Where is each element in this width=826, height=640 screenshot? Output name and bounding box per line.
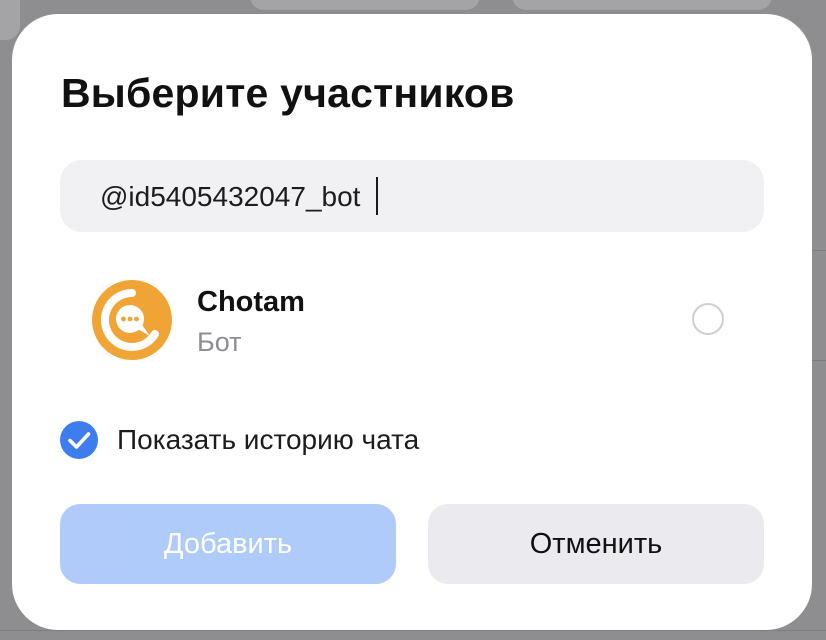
- background-card: [250, 0, 480, 10]
- background-divider: [810, 360, 826, 361]
- participant-row[interactable]: Chotam Бот: [60, 264, 764, 374]
- background-divider: [810, 250, 826, 251]
- background-card: [0, 0, 20, 40]
- chat-bubble-c-icon: [92, 280, 172, 360]
- participant-type: Бот: [197, 327, 242, 357]
- background-divider: [0, 630, 826, 631]
- add-button[interactable]: Добавить: [60, 504, 396, 584]
- checkmark-icon[interactable]: [60, 421, 98, 459]
- select-participants-dialog: Выберите участников @id5405432047_bot Ch…: [12, 14, 812, 630]
- show-history-label: Показать историю чата: [117, 424, 420, 455]
- background-card: [512, 0, 772, 10]
- participant-select-radio[interactable]: [692, 303, 724, 335]
- text-caret: [376, 177, 378, 215]
- dialog-title: Выберите участников: [61, 70, 515, 116]
- participant-name: Chotam: [197, 286, 305, 318]
- participant-search-input[interactable]: @id5405432047_bot: [60, 160, 764, 232]
- search-input-value[interactable]: @id5405432047_bot: [100, 181, 360, 213]
- cancel-button[interactable]: Отменить: [428, 504, 764, 584]
